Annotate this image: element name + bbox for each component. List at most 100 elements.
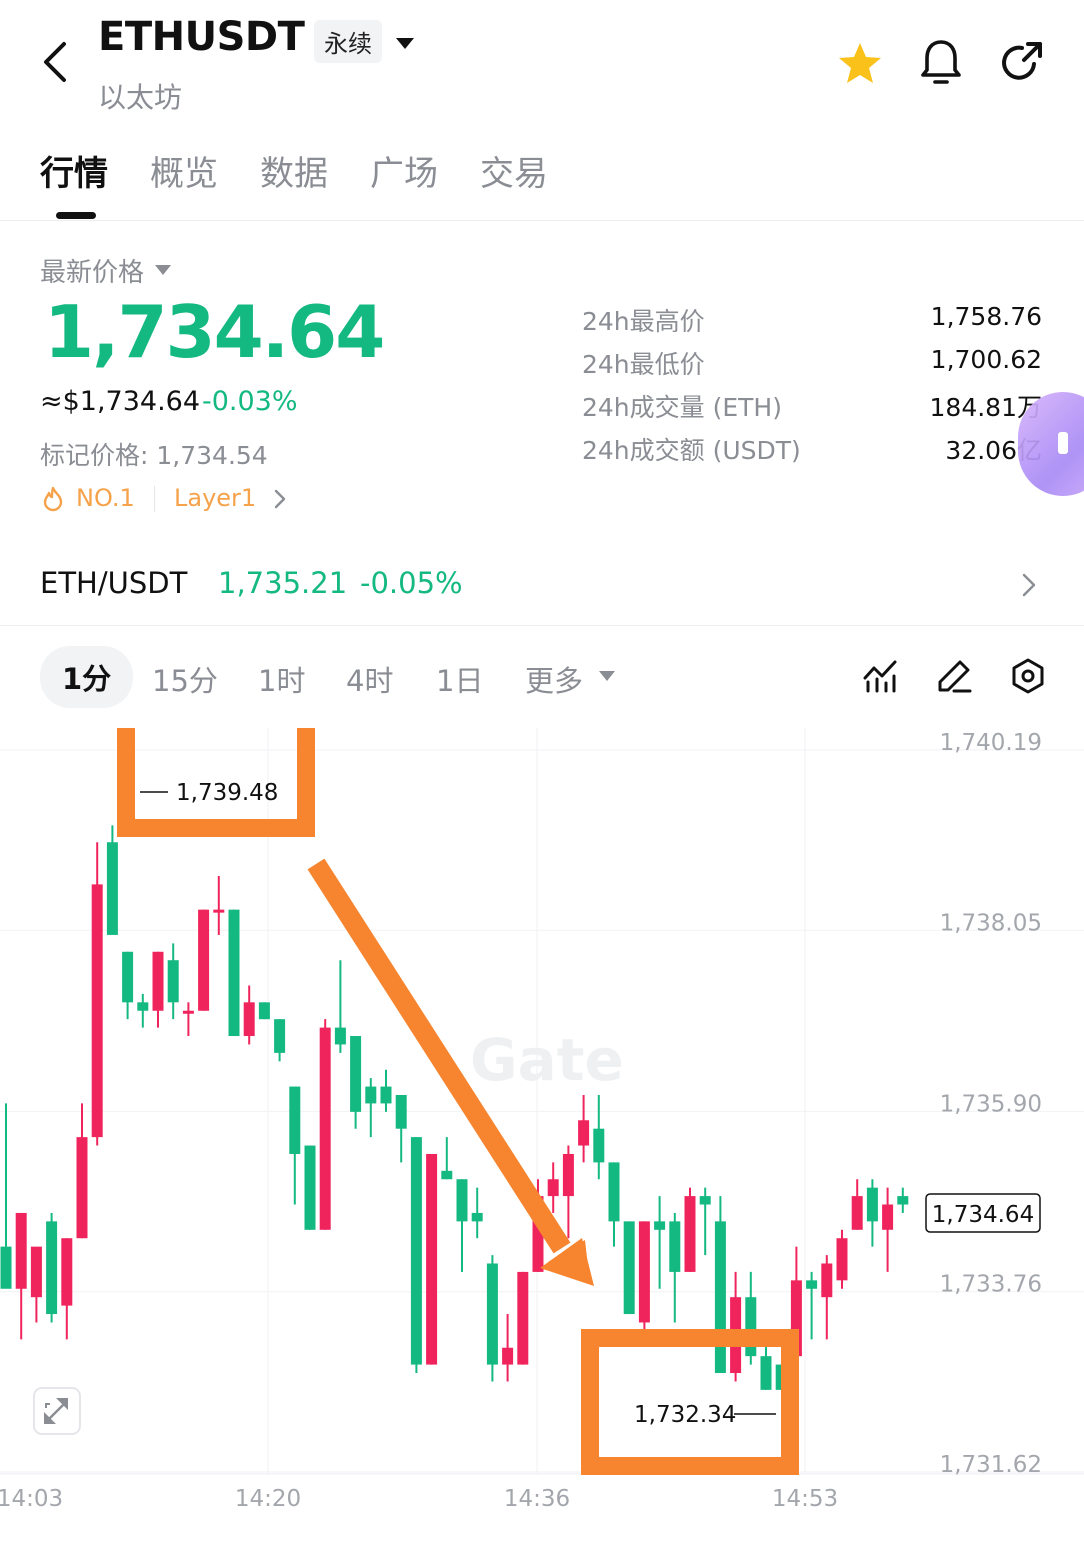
candle-body: [623, 1221, 635, 1315]
candle-body: [319, 1027, 331, 1230]
candle-body: [350, 1036, 362, 1112]
candle-body: [213, 909, 225, 913]
candle-body: [441, 1170, 453, 1180]
share-icon[interactable]: [998, 38, 1046, 86]
floating-assistant-icon: [1058, 432, 1068, 454]
bell-icon[interactable]: [918, 38, 964, 86]
x-tick-label: 14:03: [0, 1486, 63, 1512]
candle-body: [182, 1010, 194, 1014]
high-marker-label: 1,739.48: [176, 780, 278, 806]
y-tick-label: 1,738.05: [940, 910, 1042, 936]
stat-high-value: 1,758.76: [930, 302, 1042, 331]
indicator-icon[interactable]: [862, 658, 898, 694]
watermark: Gate: [470, 1026, 624, 1094]
asset-name: 以太坊: [98, 81, 183, 114]
contract-type-badge[interactable]: 永续: [314, 20, 382, 63]
tag-separator: [154, 486, 155, 512]
candle-body: [152, 951, 164, 1011]
tab-overview[interactable]: 概览: [150, 146, 218, 195]
candle-body: [851, 1196, 863, 1230]
stat-volume-label: 24h成交量 (ETH): [582, 393, 782, 422]
stat-turnover-label: 24h成交额 (USDT): [582, 436, 801, 465]
candle-body: [274, 1019, 286, 1053]
more-dropdown-icon[interactable]: [598, 670, 616, 682]
interval-15m[interactable]: 15分: [152, 658, 218, 700]
interval-1m[interactable]: 1分: [40, 646, 134, 708]
chevron-right-icon[interactable]: [272, 488, 288, 510]
floating-assistant-button[interactable]: [1018, 392, 1084, 496]
candle-body: [806, 1280, 818, 1289]
candle-body: [76, 1137, 88, 1239]
candle-body: [410, 1137, 422, 1365]
candle-body: [593, 1128, 605, 1163]
stat-low-value: 1,700.62: [930, 345, 1042, 374]
tab-square[interactable]: 广场: [370, 146, 438, 195]
candle-body: [137, 1002, 149, 1011]
interval-1h[interactable]: 1时: [258, 658, 305, 700]
tab-market[interactable]: 行情: [40, 146, 108, 195]
contract-dropdown-icon[interactable]: [394, 36, 416, 50]
candle-body: [228, 909, 240, 1037]
favorite-star-icon[interactable]: [836, 40, 884, 86]
active-tab-indicator: [56, 212, 96, 219]
price-change-percent: -0.03%: [202, 386, 298, 417]
candle-body: [502, 1347, 514, 1365]
price-type-label[interactable]: 最新价格: [40, 252, 144, 289]
y-tick-label: 1,733.76: [940, 1272, 1042, 1298]
draw-icon[interactable]: [936, 658, 972, 694]
candle-body: [821, 1263, 833, 1298]
candle-body: [198, 909, 210, 1011]
interval-4h[interactable]: 4时: [346, 658, 393, 700]
candle-body: [395, 1094, 407, 1129]
candle-body: [699, 1196, 711, 1205]
candle-body: [897, 1196, 909, 1205]
rank-tag[interactable]: NO.1: [76, 484, 135, 512]
candle-body: [365, 1086, 377, 1104]
spot-pair[interactable]: ETH/USDT: [40, 566, 187, 600]
candle-body: [304, 1145, 316, 1230]
contract-symbol[interactable]: ETHUSDT: [98, 14, 305, 60]
fire-icon: [43, 486, 63, 512]
x-tick-label: 14:36: [504, 1486, 570, 1512]
candle-body: [517, 1271, 529, 1365]
divider: [0, 220, 1084, 221]
back-arrow-icon[interactable]: [36, 38, 80, 86]
sector-tag[interactable]: Layer1: [174, 484, 256, 512]
tab-trade[interactable]: 交易: [480, 146, 548, 195]
candle-body: [638, 1221, 650, 1323]
candle-body: [106, 842, 118, 935]
price-type-dropdown-icon[interactable]: [154, 264, 172, 276]
candle-body: [547, 1179, 559, 1197]
candle-body: [334, 1027, 346, 1045]
candle-body: [167, 960, 179, 1003]
y-tick-label: 1,731.62: [940, 1452, 1042, 1478]
last-price-tag: 1,734.64: [932, 1202, 1034, 1228]
tab-data[interactable]: 数据: [260, 146, 328, 195]
x-tick-label: 14:53: [772, 1486, 838, 1512]
stat-high-label: 24h最高价: [582, 307, 705, 336]
candles-layer: [0, 825, 909, 1390]
y-axis: 1,740.19 1,738.05 1,735.90 1,733.76 1,731.62: [940, 730, 1042, 1478]
candle-body: [654, 1221, 666, 1230]
x-tick-label: 14:20: [235, 1486, 301, 1512]
x-axis: 14:03 14:20 14:36 14:53: [0, 1486, 838, 1512]
candlestick-chart[interactable]: Gate 1,740.191,738.051,735.901,733.761,7…: [0, 728, 1084, 1542]
candle-body: [486, 1263, 498, 1365]
candle-body: [258, 1002, 270, 1020]
interval-1d[interactable]: 1日: [436, 658, 483, 700]
candle-body: [0, 1246, 12, 1289]
last-price: 1,734.64: [44, 290, 385, 374]
chart-grid: [0, 728, 1084, 1475]
stat-low-label: 24h最低价: [582, 350, 705, 379]
candle-body: [243, 1002, 255, 1037]
candle-body: [289, 1086, 301, 1154]
settings-icon[interactable]: [1010, 658, 1046, 694]
chevron-right-icon[interactable]: [1020, 572, 1038, 598]
interval-more[interactable]: 更多: [525, 658, 583, 700]
candle-body: [426, 1153, 438, 1365]
candle-body: [562, 1153, 574, 1197]
low-marker-label: 1,732.34: [634, 1402, 736, 1428]
candle-body: [836, 1238, 848, 1281]
candle-body: [669, 1221, 681, 1272]
candle-body: [684, 1196, 696, 1272]
